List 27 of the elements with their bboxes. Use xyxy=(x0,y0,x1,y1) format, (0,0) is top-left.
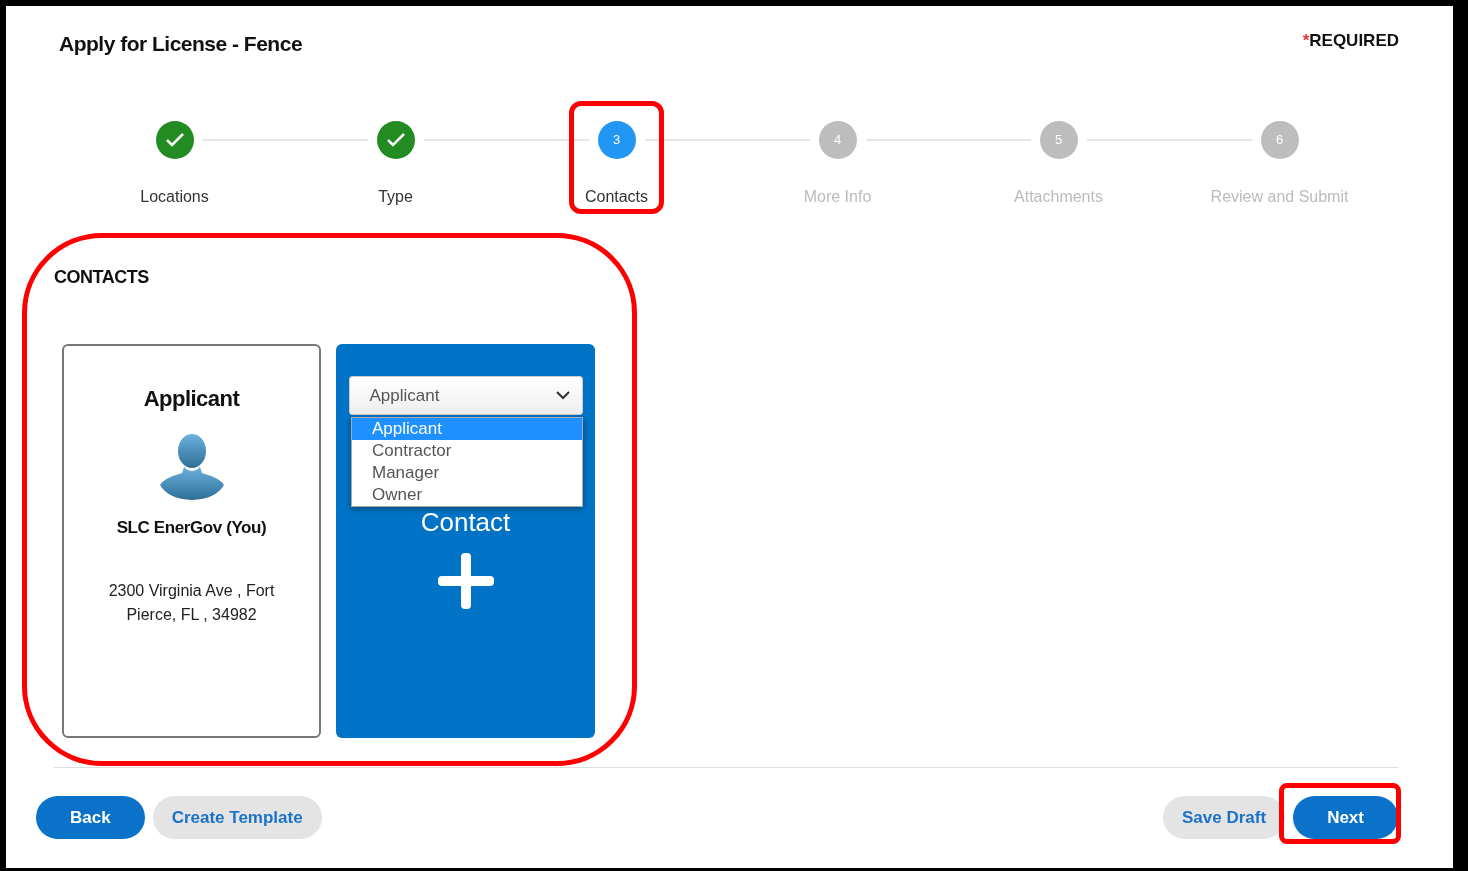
step-label[interactable]: Type xyxy=(378,185,413,209)
action-button[interactable]: Create Template xyxy=(152,796,322,839)
step-number[interactable]: 3 xyxy=(597,121,636,159)
role-select[interactable]: Applicant xyxy=(348,376,583,415)
dropdown-option[interactable]: Contractor xyxy=(352,440,582,462)
action-button[interactable]: Back xyxy=(36,796,145,839)
dropdown-option[interactable]: Owner xyxy=(352,484,582,506)
step-label[interactable]: Locations xyxy=(140,185,209,209)
contact-role: Applicant xyxy=(143,385,240,413)
step-label[interactable]: Contacts xyxy=(584,185,649,209)
dropdown-option[interactable]: Applicant xyxy=(352,418,582,440)
step-complete-icon[interactable] xyxy=(376,121,415,159)
step-complete-icon[interactable] xyxy=(155,121,194,159)
dropdown-option[interactable]: Manager xyxy=(352,462,582,484)
contact-name: SLC EnerGov (You) xyxy=(116,517,267,539)
step-label[interactable]: More Info xyxy=(803,185,872,209)
page-title: Apply for License - Fence xyxy=(59,31,303,57)
action-button[interactable]: Next xyxy=(1293,796,1398,839)
chevron-down-icon xyxy=(555,391,570,400)
add-contact-label: Contact xyxy=(420,507,511,537)
contact-address: 2300 Virginia Ave , Fort Pierce, FL , 34982 xyxy=(107,580,276,625)
step-label[interactable]: Review and Submit xyxy=(1210,185,1349,209)
person-icon xyxy=(157,433,226,501)
section-heading: CONTACTS xyxy=(54,266,149,289)
plus-icon[interactable] xyxy=(437,553,494,609)
required-note: *REQUIRED xyxy=(1302,30,1399,52)
step-label[interactable]: Attachments xyxy=(1014,185,1103,209)
